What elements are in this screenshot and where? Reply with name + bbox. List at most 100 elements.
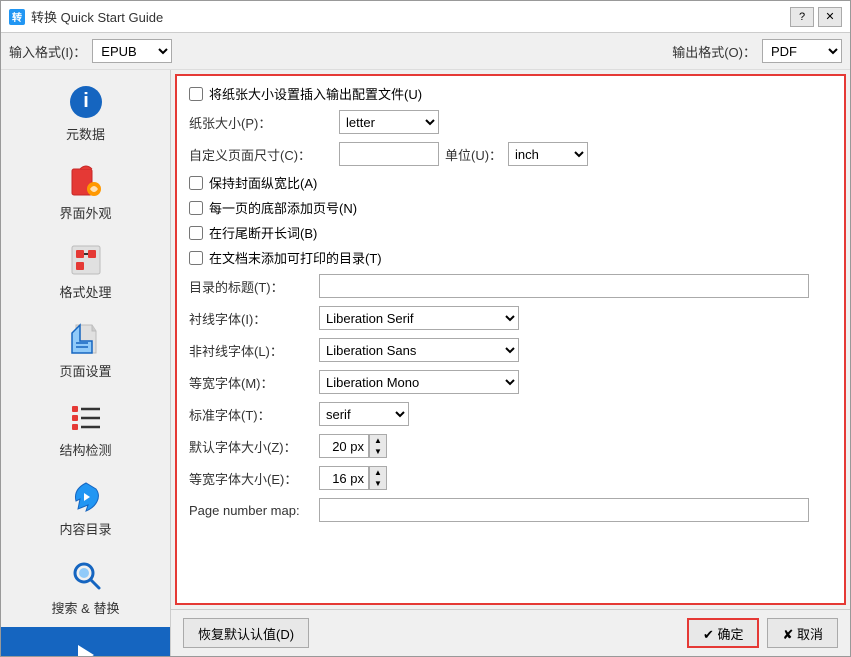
checkbox-printable-toc[interactable] [189, 251, 203, 265]
top-bar: 输入格式(I)： EPUB AZW3 MOBI 输出格式(O)： PDF EPU… [1, 33, 850, 70]
custom-page-row: 自定义页面尺寸(C)： 单位(U)： inch mm cm [189, 141, 832, 167]
paper-size-row: 纸张大小(P)： letter A4 A5 [189, 109, 832, 135]
output-format-section: 输出格式(O)： PDF EPUB MOBI [672, 39, 842, 63]
unit-select[interactable]: inch mm cm [508, 142, 588, 166]
mono-size-up[interactable]: ▲ [370, 467, 386, 478]
transform-icon [68, 242, 104, 278]
custom-page-label: 自定义页面尺寸(C)： [189, 145, 339, 164]
serif-font-select[interactable]: Liberation Serif Times New Roman Georgia [319, 306, 519, 330]
mono-size-spinner-buttons: ▲ ▼ [369, 466, 387, 490]
cancel-button[interactable]: ✘ 取消 [767, 618, 838, 648]
toc-title-row: 目录的标题(T)： [189, 273, 832, 299]
sidebar-item-look[interactable]: 界面外观 [1, 153, 170, 232]
sans-font-label: 非衬线字体(L)： [189, 341, 319, 360]
sidebar-item-label-structure: 结构检测 [59, 440, 111, 459]
mono-size-input[interactable] [319, 466, 369, 490]
sidebar-item-search[interactable]: 搜索 & 替换 [1, 548, 170, 627]
mono-font-select[interactable]: Liberation Mono Courier New Consolas [319, 370, 519, 394]
sidebar-item-toc[interactable]: 内容目录 [1, 469, 170, 548]
mono-font-label: 等宽字体(M)： [189, 373, 319, 392]
default-size-input[interactable] [319, 434, 369, 458]
checkbox-row-3: 每一页的底部添加页号(N) [189, 198, 832, 217]
checkbox-break-long[interactable] [189, 226, 203, 240]
page-number-map-row: Page number map: [189, 497, 832, 523]
checkbox-row-2: 保持封面纵宽比(A) [189, 173, 832, 192]
paper-size-label: 纸张大小(P)： [189, 113, 339, 132]
search-icon [68, 558, 104, 594]
toc-icon [68, 479, 104, 515]
checkbox-page-number[interactable] [189, 201, 203, 215]
mono-size-down[interactable]: ▼ [370, 478, 386, 489]
default-size-row: 默认字体大小(Z)： ▲ ▼ [189, 433, 832, 459]
serif-font-label: 衬线字体(I)： [189, 309, 319, 328]
sidebar-item-label-search: 搜索 & 替换 [52, 598, 120, 617]
checkbox-break-long-label: 在行尾断开长词(B) [209, 223, 317, 242]
sidebar-item-metadata[interactable]: i 元数据 [1, 74, 170, 153]
default-size-up[interactable]: ▲ [370, 435, 386, 446]
sidebar-item-label-toc: 内容目录 [59, 519, 111, 538]
main-window: 转 转换 Quick Start Guide ? ✕ 输入格式(I)： EPUB… [0, 0, 851, 657]
checkbox-cover-ratio[interactable] [189, 176, 203, 190]
checkbox-row-4: 在行尾断开长词(B) [189, 223, 832, 242]
form-area: 将纸张大小设置插入输出配置文件(U) 纸张大小(P)： letter A4 A5… [175, 74, 846, 605]
mono-font-row: 等宽字体(M)： Liberation Mono Courier New Con… [189, 369, 832, 395]
sidebar-item-page[interactable]: 页面设置 [1, 311, 170, 390]
output-format-select[interactable]: PDF EPUB MOBI [762, 39, 842, 63]
default-size-label: 默认字体大小(Z)： [189, 437, 319, 456]
default-size-spinner: ▲ ▼ [319, 434, 387, 458]
title-bar-right: ? ✕ [790, 7, 842, 27]
sidebar-item-label-page: 页面设置 [59, 361, 111, 380]
std-font-label: 标准字体(T)： [189, 405, 319, 424]
mono-size-spinner: ▲ ▼ [319, 466, 387, 490]
custom-page-input[interactable] [339, 142, 439, 166]
toc-title-input[interactable] [319, 274, 809, 298]
paper-size-select[interactable]: letter A4 A5 [339, 110, 439, 134]
std-font-select[interactable]: serif sans-serif monospace [319, 402, 409, 426]
checkbox-page-number-label: 每一页的底部添加页号(N) [209, 198, 357, 217]
checkbox-row-1: 将纸张大小设置插入输出配置文件(U) [189, 84, 832, 103]
mono-size-label: 等宽字体大小(E)： [189, 469, 319, 488]
page-number-map-input[interactable] [319, 498, 809, 522]
close-button[interactable]: ✕ [818, 7, 842, 27]
unit-label: 单位(U)： [445, 145, 502, 164]
bottom-bar: 恢复默认认值(D) ✔ 确定 ✘ 取消 [171, 609, 850, 656]
checkbox-paper-size-label: 将纸张大小设置插入输出配置文件(U) [209, 84, 422, 103]
input-format-select[interactable]: EPUB AZW3 MOBI [92, 39, 172, 63]
sans-font-select[interactable]: Liberation Sans Arial Helvetica [319, 338, 519, 362]
sidebar: i 元数据 界面外观 [1, 70, 171, 656]
checkbox-printable-toc-label: 在文档末添加可打印的目录(T) [209, 248, 382, 267]
sidebar-item-pdf[interactable]: PDF 输出 [1, 627, 170, 656]
svg-text:i: i [83, 90, 89, 112]
mono-size-row: 等宽字体大小(E)： ▲ ▼ [189, 465, 832, 491]
look-icon [68, 163, 104, 199]
structure-icon [68, 400, 104, 436]
checkbox-cover-ratio-label: 保持封面纵宽比(A) [209, 173, 317, 192]
pdf-icon [68, 637, 104, 656]
default-size-spinner-buttons: ▲ ▼ [369, 434, 387, 458]
page-icon [68, 321, 104, 357]
title-bar: 转 转换 Quick Start Guide ? ✕ [1, 1, 850, 33]
output-format-label: 输出格式(O)： [672, 42, 756, 61]
serif-font-row: 衬线字体(I)： Liberation Serif Times New Roma… [189, 305, 832, 331]
window-title: 转换 Quick Start Guide [31, 7, 163, 26]
main-content: i 元数据 界面外观 [1, 70, 850, 656]
checkbox-paper-size[interactable] [189, 87, 203, 101]
metadata-icon: i [68, 84, 104, 120]
sidebar-item-label-metadata: 元数据 [66, 124, 105, 143]
sidebar-item-label-transform: 格式处理 [59, 282, 111, 301]
input-format-label: 输入格式(I)： [9, 42, 86, 61]
ok-button[interactable]: ✔ 确定 [687, 618, 760, 648]
page-number-map-label: Page number map: [189, 503, 319, 518]
default-size-down[interactable]: ▼ [370, 446, 386, 457]
checkbox-row-5: 在文档末添加可打印的目录(T) [189, 248, 832, 267]
sidebar-item-structure[interactable]: 结构检测 [1, 390, 170, 469]
title-bar-left: 转 转换 Quick Start Guide [9, 7, 163, 26]
bottom-right-buttons: ✔ 确定 ✘ 取消 [687, 618, 838, 648]
help-button[interactable]: ? [790, 7, 814, 27]
std-font-row: 标准字体(T)： serif sans-serif monospace [189, 401, 832, 427]
reset-button[interactable]: 恢复默认认值(D) [183, 618, 309, 648]
input-format-section: 输入格式(I)： EPUB AZW3 MOBI [9, 39, 172, 63]
sidebar-item-label-look: 界面外观 [59, 203, 111, 222]
sidebar-item-transform[interactable]: 格式处理 [1, 232, 170, 311]
app-icon: 转 [9, 9, 25, 25]
